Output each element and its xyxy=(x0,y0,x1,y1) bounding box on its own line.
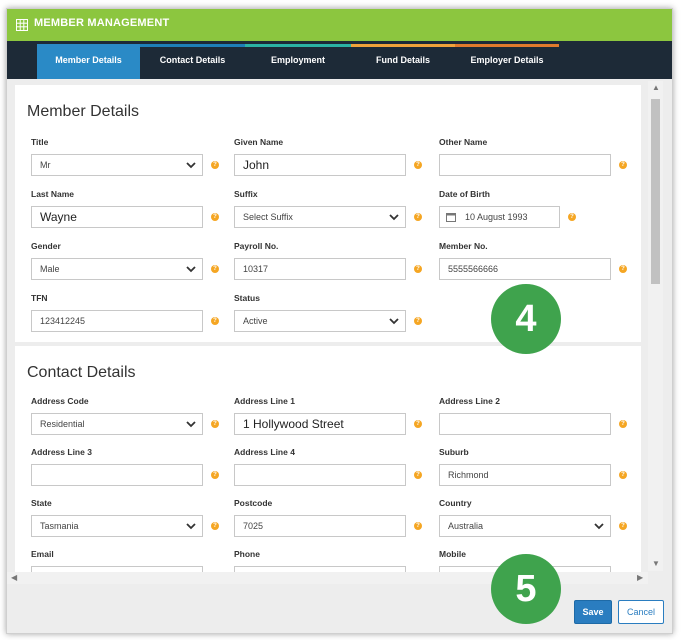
chevron-down-icon xyxy=(389,214,399,221)
payroll-label: Payroll No. xyxy=(234,241,279,251)
other-name-field[interactable] xyxy=(439,154,611,176)
scroll-down-icon[interactable]: ▼ xyxy=(652,559,660,568)
address-line-4-label: Address Line 4 xyxy=(234,447,295,457)
help-icon[interactable]: ? xyxy=(211,420,219,428)
given-name-label: Given Name xyxy=(234,137,284,147)
title-select[interactable]: Mr xyxy=(31,154,203,176)
address-code-label: Address Code xyxy=(31,396,89,406)
country-select[interactable]: Australia xyxy=(439,515,611,537)
help-icon[interactable]: ? xyxy=(414,161,422,169)
help-icon[interactable]: ? xyxy=(211,522,219,530)
scroll-right-icon[interactable]: ▶ xyxy=(637,573,643,582)
last-name-label: Last Name xyxy=(31,189,74,199)
tab-fund-details[interactable]: Fund Details xyxy=(351,44,455,79)
help-icon[interactable]: ? xyxy=(414,213,422,221)
suffix-select[interactable]: Select Suffix xyxy=(234,206,406,228)
tab-member-details[interactable]: Member Details xyxy=(37,44,140,79)
member-no-field[interactable]: 5555566666 xyxy=(439,258,611,280)
scroll-up-icon[interactable]: ▲ xyxy=(652,83,660,92)
address-line-4-field[interactable] xyxy=(234,464,406,486)
help-icon[interactable]: ? xyxy=(211,265,219,273)
country-label: Country xyxy=(439,498,472,508)
help-icon[interactable]: ? xyxy=(619,420,627,428)
mobile-label: Mobile xyxy=(439,549,466,559)
dob-field[interactable]: 10 August 1993 xyxy=(439,206,560,228)
help-icon[interactable]: ? xyxy=(211,213,219,221)
help-icon[interactable]: ? xyxy=(414,522,422,530)
suburb-field[interactable]: Richmond xyxy=(439,464,611,486)
member-management-window: MEMBER MANAGEMENT Member Details Contact… xyxy=(6,8,673,634)
chevron-down-icon xyxy=(186,421,196,428)
scroll-left-icon[interactable]: ◀ xyxy=(11,573,17,582)
help-icon[interactable]: ? xyxy=(414,420,422,428)
contact-details-section: Contact Details Address Code Residential… xyxy=(15,346,641,584)
callout-badge-4: 4 xyxy=(491,284,561,354)
tab-employment[interactable]: Employment xyxy=(245,44,351,79)
status-select[interactable]: Active xyxy=(234,310,406,332)
gender-select[interactable]: Male xyxy=(31,258,203,280)
state-select[interactable]: Tasmania xyxy=(31,515,203,537)
help-icon[interactable]: ? xyxy=(619,161,627,169)
last-name-field[interactable]: Wayne xyxy=(31,206,203,228)
cancel-button[interactable]: Cancel xyxy=(618,600,664,624)
contact-details-heading: Contact Details xyxy=(27,364,136,381)
help-icon[interactable]: ? xyxy=(414,265,422,273)
address-line-3-label: Address Line 3 xyxy=(31,447,92,457)
tab-bar: Member Details Contact Details Employmen… xyxy=(7,41,672,79)
state-label: State xyxy=(31,498,52,508)
gender-label: Gender xyxy=(31,241,61,251)
help-icon[interactable]: ? xyxy=(619,265,627,273)
tfn-label: TFN xyxy=(31,293,48,303)
help-icon[interactable]: ? xyxy=(211,471,219,479)
dob-label: Date of Birth xyxy=(439,189,490,199)
address-line-3-field[interactable] xyxy=(31,464,203,486)
help-icon[interactable]: ? xyxy=(414,471,422,479)
payroll-field[interactable]: 10317 xyxy=(234,258,406,280)
help-icon[interactable]: ? xyxy=(211,317,219,325)
chevron-down-icon xyxy=(186,266,196,273)
address-code-select[interactable]: Residential xyxy=(31,413,203,435)
help-icon[interactable]: ? xyxy=(568,213,576,221)
given-name-field[interactable]: John xyxy=(234,154,406,176)
grid-icon xyxy=(16,19,28,31)
calendar-icon[interactable] xyxy=(446,212,456,222)
postcode-label: Postcode xyxy=(234,498,273,508)
help-icon[interactable]: ? xyxy=(619,471,627,479)
vertical-scrollbar[interactable]: ▲ ▼ xyxy=(648,81,663,571)
tfn-field[interactable]: 123412245 xyxy=(31,310,203,332)
member-details-heading: Member Details xyxy=(27,103,140,120)
suburb-label: Suburb xyxy=(439,447,469,457)
tab-employer-details[interactable]: Employer Details xyxy=(455,44,559,79)
status-label: Status xyxy=(234,293,260,303)
title-label: Title xyxy=(31,137,49,147)
chevron-down-icon xyxy=(186,523,196,530)
address-line-2-label: Address Line 2 xyxy=(439,396,500,406)
help-icon[interactable]: ? xyxy=(619,522,627,530)
email-label: Email xyxy=(31,549,54,559)
help-icon[interactable]: ? xyxy=(211,161,219,169)
tab-contact-details[interactable]: Contact Details xyxy=(140,44,245,79)
scrollbar-thumb[interactable] xyxy=(651,99,660,284)
save-button[interactable]: Save xyxy=(574,600,612,624)
callout-badge-5: 5 xyxy=(491,554,561,624)
other-name-label: Other Name xyxy=(439,137,488,147)
address-line-2-field[interactable] xyxy=(439,413,611,435)
title-bar: MEMBER MANAGEMENT xyxy=(7,9,672,41)
chevron-down-icon xyxy=(389,318,399,325)
chevron-down-icon xyxy=(186,162,196,169)
address-line-1-field[interactable]: 1 Hollywood Street xyxy=(234,413,406,435)
chevron-down-icon xyxy=(594,523,604,530)
phone-label: Phone xyxy=(234,549,260,559)
member-no-label: Member No. xyxy=(439,241,488,251)
suffix-label: Suffix xyxy=(234,189,258,199)
help-icon[interactable]: ? xyxy=(414,317,422,325)
postcode-field[interactable]: 7025 xyxy=(234,515,406,537)
address-line-1-label: Address Line 1 xyxy=(234,396,295,406)
window-title: MEMBER MANAGEMENT xyxy=(34,17,170,29)
